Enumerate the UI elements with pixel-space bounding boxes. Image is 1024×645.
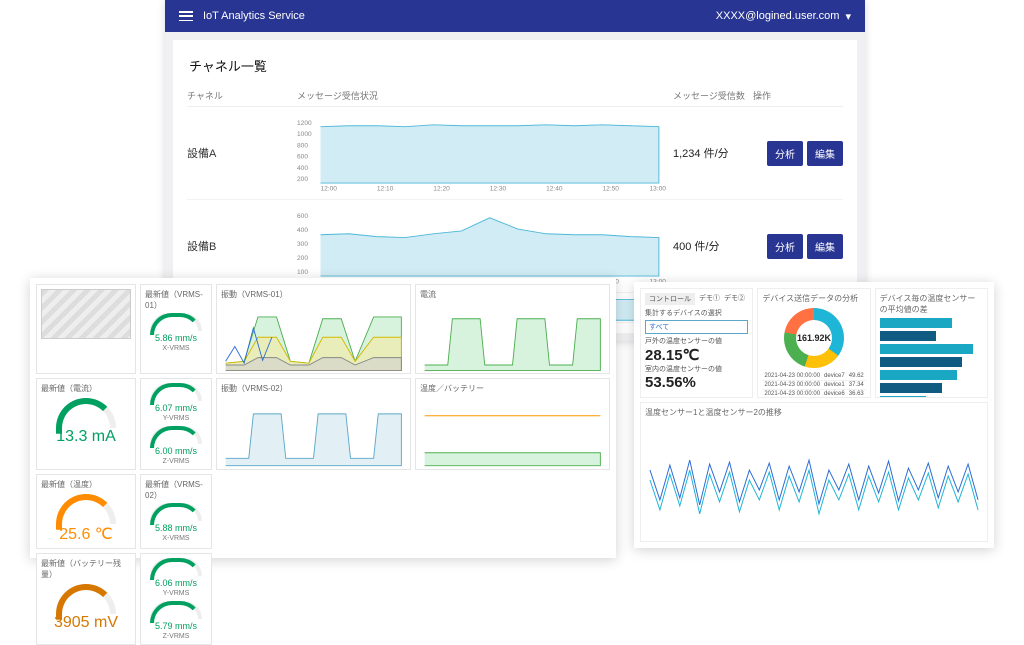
edit-button[interactable]: 編集 [807, 234, 843, 259]
col-msg-status: メッセージ受信状況 [297, 89, 673, 102]
user-email: XXXX@logined.user.com [716, 10, 840, 22]
chevron-down-icon: ▾ [845, 10, 851, 23]
table-row: 2021-04-23 00:00:00device137.34 [762, 381, 865, 390]
x-ticks: 12:00 12:10 12:20 12:30 12:40 12:50 13:00 [321, 186, 667, 193]
svg-text:200: 200 [297, 176, 308, 183]
svg-text:12:10: 12:10 [377, 186, 394, 193]
svg-text:12:00: 12:00 [321, 186, 338, 193]
donut-card: デバイス送信データの分析 161.92K 2021-04-23 00:00:00… [757, 288, 870, 398]
vibration01-chart: 振動（VRMS-01） [216, 284, 411, 374]
selector-label: 集計するデバイスの選択 [645, 308, 748, 318]
device-image [41, 289, 131, 339]
svg-text:800: 800 [297, 142, 308, 149]
hbar-card: デバイス毎の温度センサーの平均値の差 [875, 288, 988, 398]
analyze-button[interactable]: 分析 [767, 234, 803, 259]
msg-chart: 1200 1000 800 600 400 200 12:00 12:10 12:20 12… [297, 113, 673, 193]
menu-icon[interactable] [179, 11, 193, 21]
device-photo-card [36, 284, 136, 374]
svg-text:400: 400 [297, 165, 308, 172]
detail-table: 2021-04-23 00:00:00device749.622021-04-2… [762, 372, 865, 398]
table-row: 設備A 1200 1000 800 600 400 200 12:00 12:10 12:2… [187, 107, 843, 200]
temp-value-card: 最新値（温度） 25.6 ℃ [36, 474, 136, 549]
svg-text:100: 100 [297, 269, 308, 276]
svg-text:12:50: 12:50 [603, 186, 620, 193]
edit-button[interactable]: 編集 [807, 141, 843, 166]
device-dashboard-left: 最新値（VRMS-01） 5.86 mm/sX-VRMS 振動（VRMS-01）… [30, 278, 616, 558]
svg-text:600: 600 [297, 213, 308, 220]
col-ops: 操作 [753, 89, 843, 102]
msg-rate: 400 件/分 [673, 238, 753, 254]
msg-rate: 1,234 件/分 [673, 145, 753, 161]
svg-text:13:00: 13:00 [650, 186, 667, 193]
svg-text:200: 200 [297, 255, 308, 262]
vrms01-card: 最新値（VRMS-01） 5.86 mm/sX-VRMS [140, 284, 212, 374]
app-title: IoT Analytics Service [203, 10, 305, 22]
col-channel: チャネル [187, 89, 297, 102]
dual-line-card: 温度センサー1と温度センサー2の推移 [640, 402, 988, 542]
tab-demo2[interactable]: デモ② [724, 293, 745, 305]
temp-summary-card: コントロール デモ① デモ② 集計するデバイスの選択 すべて 戸外の温度センサー… [640, 288, 753, 398]
tab-demo1[interactable]: デモ① [699, 293, 720, 305]
vibration02-chart: 振動（VRMS-02） [216, 378, 411, 470]
current-value-card: 最新値（電流） 13.3 mA [36, 378, 136, 470]
user-menu[interactable]: XXXX@logined.user.com ▾ [716, 10, 851, 23]
temp-out-value: 28.15℃ [645, 346, 748, 364]
battery-value-card: 最新値（バッテリー残量） 3905 mV [36, 553, 136, 645]
analyze-button[interactable]: 分析 [767, 141, 803, 166]
temp-battery-chart: 温度／バッテリー [415, 378, 610, 470]
msg-chart: 600400300200100 12:0012:1012:2012:3012:4… [297, 206, 673, 286]
temp-out-label: 戸外の温度センサーの値 [645, 336, 748, 346]
table-row: 2021-04-23 00:00:00device749.62 [762, 372, 865, 381]
tab-control[interactable]: コントロール [645, 293, 695, 305]
temp-in-label: 室内の温度センサーの値 [645, 364, 748, 374]
donut-center-value: 161.92K [796, 320, 832, 356]
app-header: IoT Analytics Service XXXX@logined.user.… [165, 0, 865, 32]
svg-text:1000: 1000 [297, 131, 312, 138]
device-selector[interactable]: すべて [645, 320, 748, 334]
current-chart: 電流 [415, 284, 610, 374]
donut-chart: 161.92K [784, 308, 844, 368]
temp-in-value: 53.56% [645, 374, 748, 391]
svg-text:12:20: 12:20 [433, 186, 450, 193]
page-title: チャネル一覧 [187, 50, 843, 85]
svg-text:12:30: 12:30 [490, 186, 507, 193]
table-row: 2021-04-23 00:00:00device636.63 [762, 390, 865, 399]
vrms01-y-card: 6.07 mm/sY-VRMS 6.00 mm/sZ-VRMS [140, 378, 212, 470]
svg-text:1200: 1200 [297, 120, 312, 127]
table-header: チャネル メッセージ受信状況 メッセージ受信数 操作 [187, 85, 843, 107]
y-ticks: 1200 1000 800 600 400 200 [297, 120, 312, 183]
svg-text:12:40: 12:40 [546, 186, 563, 193]
device-dashboard-right: コントロール デモ① デモ② 集計するデバイスの選択 すべて 戸外の温度センサー… [634, 282, 994, 548]
svg-text:400: 400 [297, 227, 308, 234]
channel-name: 設備B [187, 238, 297, 254]
vrms02-yz-card: 6.06 mm/sY-VRMS 5.79 mm/sZ-VRMS [140, 553, 212, 645]
svg-text:300: 300 [297, 241, 308, 248]
channel-name: 設備A [187, 145, 297, 161]
col-msg-count: メッセージ受信数 [673, 89, 753, 102]
svg-text:600: 600 [297, 154, 308, 161]
vrms02-card: 最新値（VRMS-02） 5.88 mm/sX-VRMS [140, 474, 212, 549]
